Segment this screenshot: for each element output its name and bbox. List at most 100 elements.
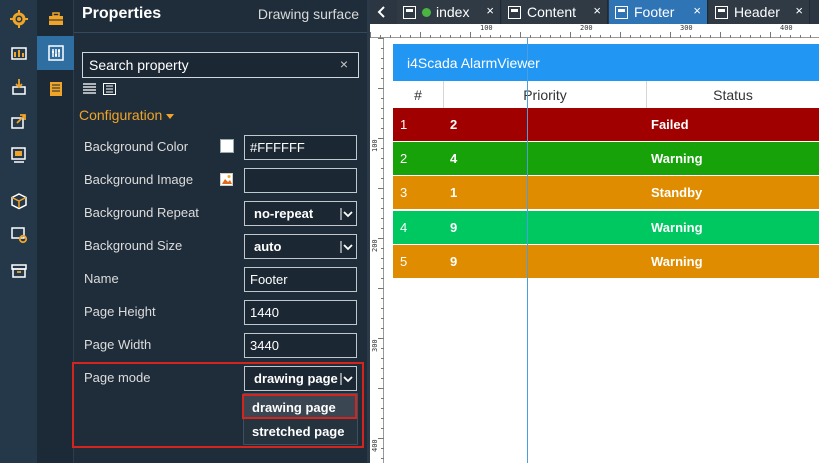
image-picker-icon[interactable] — [220, 173, 233, 186]
chevron-down-icon — [340, 241, 353, 253]
page-icon — [615, 5, 628, 19]
primary-toolbar — [0, 0, 37, 463]
background-color-input[interactable]: #FFFFFF — [244, 135, 357, 160]
status-dot-icon — [422, 7, 431, 17]
background-color-label: Background Color — [84, 139, 189, 154]
tab-label: index — [436, 4, 470, 20]
export-icon[interactable] — [0, 104, 37, 138]
tab-content[interactable]: Content × — [502, 0, 608, 24]
chevron-left-icon[interactable] — [372, 3, 392, 21]
row-priority: 9 — [450, 254, 458, 269]
ruler-label: 400 — [780, 24, 793, 32]
ruler-label: 200 — [580, 24, 593, 32]
page-icon — [403, 5, 416, 19]
close-icon[interactable]: × — [593, 3, 601, 18]
color-swatch[interactable] — [220, 139, 234, 153]
page-icon — [715, 5, 728, 19]
page-width-value: 3440 — [250, 338, 279, 353]
tab-label: Header — [734, 4, 780, 20]
background-repeat-select[interactable]: no-repeat — [244, 201, 357, 226]
section-title: Configuration — [79, 107, 163, 123]
properties-icon[interactable] — [37, 36, 74, 70]
tab-header[interactable]: Header × — [709, 0, 810, 24]
caret-down-icon — [166, 113, 175, 119]
table-row[interactable]: 2 4 Warning — [393, 142, 819, 175]
detail-view-icon[interactable] — [103, 83, 116, 95]
tab-label: Content — [527, 4, 577, 20]
column-header-status[interactable]: Status — [647, 81, 819, 108]
archive-icon[interactable] — [0, 254, 37, 288]
background-size-value: auto — [254, 239, 282, 254]
ruler-label: 200 — [371, 239, 379, 252]
row-number: 5 — [400, 254, 408, 269]
ruler-label: 100 — [480, 24, 493, 32]
page-height-input[interactable]: 1440 — [244, 300, 357, 325]
option-stretched-page[interactable]: stretched page — [244, 419, 357, 443]
import-icon[interactable] — [0, 70, 37, 104]
column-header-priority[interactable]: Priority — [444, 81, 647, 108]
row-priority: 9 — [450, 220, 458, 235]
name-input[interactable]: Footer — [244, 267, 357, 292]
row-priority: 4 — [450, 151, 458, 166]
row-status: Warning — [651, 254, 703, 269]
close-icon[interactable]: × — [693, 3, 701, 18]
panel-title: Properties — [82, 5, 162, 22]
panel-divider — [74, 32, 367, 33]
briefcase-icon[interactable] — [37, 2, 74, 36]
chevron-down-icon — [340, 208, 353, 220]
background-size-label: Background Size — [84, 238, 183, 253]
table-row[interactable]: 3 1 Standby — [393, 176, 819, 209]
row-status: Warning — [651, 151, 703, 166]
horizontal-ruler: 100 200 300 400 — [370, 24, 819, 38]
background-image-label: Background Image — [84, 172, 194, 187]
row-status: Warning — [651, 220, 703, 235]
table-row[interactable]: 5 9 Warning — [393, 245, 819, 278]
row-number: 1 — [400, 117, 408, 132]
ruler-label: 100 — [371, 139, 379, 152]
package-icon[interactable] — [0, 184, 37, 218]
row-number: 4 — [400, 220, 408, 235]
toolbox-icon[interactable] — [0, 36, 37, 70]
notes-icon[interactable] — [37, 72, 74, 106]
row-number: 3 — [400, 185, 408, 200]
close-icon[interactable]: × — [486, 3, 494, 18]
display-icon[interactable] — [0, 138, 37, 172]
tab-index[interactable]: index × — [397, 0, 501, 24]
ruler-ticks — [370, 32, 811, 38]
background-repeat-value: no-repeat — [254, 206, 314, 221]
list-view-icon[interactable] — [83, 83, 96, 95]
tab-label: Footer — [634, 4, 675, 20]
name-label: Name — [84, 271, 119, 286]
page-width-label: Page Width — [84, 337, 152, 352]
ruler-label: 300 — [680, 24, 693, 32]
row-priority: 1 — [450, 185, 458, 200]
table-row[interactable]: 1 2 Failed — [393, 108, 819, 141]
ruler-label: 300 — [371, 339, 379, 352]
ruler-label: 400 — [371, 439, 379, 452]
page-width-input[interactable]: 3440 — [244, 333, 357, 358]
configuration-section-toggle[interactable]: Configuration — [79, 107, 175, 123]
config-icon[interactable] — [0, 218, 37, 252]
page-height-value: 1440 — [250, 305, 279, 320]
row-status: Failed — [651, 117, 689, 132]
search-input[interactable]: Search property × — [82, 52, 359, 78]
close-icon[interactable]: × — [795, 3, 803, 18]
row-number: 2 — [400, 151, 408, 166]
tab-footer[interactable]: Footer × — [609, 0, 708, 24]
panel-subtitle: Drawing surface — [257, 6, 359, 22]
clear-search-icon[interactable]: × — [340, 56, 348, 72]
alarm-viewer-title: i4Scada AlarmViewer — [393, 44, 819, 81]
background-color-value: #FFFFFF — [250, 140, 305, 155]
page-icon — [508, 5, 521, 19]
background-size-select[interactable]: auto — [244, 234, 357, 259]
table-row[interactable]: 4 9 Warning — [393, 211, 819, 244]
name-value: Footer — [250, 272, 288, 287]
selected-option-highlight — [242, 394, 357, 419]
background-repeat-label: Background Repeat — [84, 205, 199, 220]
column-header-number[interactable]: # — [393, 81, 444, 108]
vertical-ruler: 100 200 300 400 — [370, 38, 384, 463]
background-image-input[interactable] — [244, 168, 357, 193]
settings-icon[interactable] — [0, 2, 37, 36]
page-height-label: Page Height — [84, 304, 156, 319]
alignment-guide — [527, 38, 528, 463]
